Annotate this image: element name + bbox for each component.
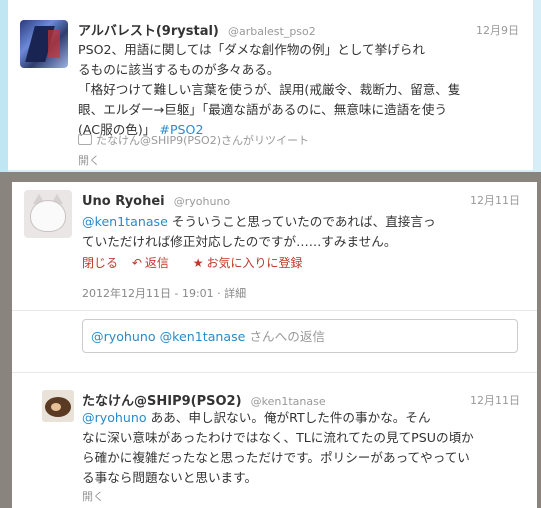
expand-link[interactable]: 開く	[82, 488, 104, 504]
timestamp[interactable]: 2012年12月11日 - 19:01	[82, 287, 214, 300]
mention-link[interactable]: @ken1tanase	[82, 214, 168, 229]
divider	[12, 372, 537, 373]
favorite-button[interactable]: ★ お気に入りに登録	[193, 256, 313, 270]
tweet-text: @ryohuno ああ、申し訳ない。俺がRTした件の事かな。そん なに深い意味が…	[82, 410, 474, 485]
tweet-date[interactable]: 12月11日	[470, 392, 520, 408]
star-icon: ★	[192, 256, 204, 270]
tweet-date[interactable]: 12月9日	[476, 22, 519, 38]
tweet-author-name[interactable]: アルバレスト(9rystal)	[78, 24, 219, 39]
tweet-author-handle[interactable]: @ken1tanase	[251, 395, 326, 408]
tweet-text: PSO2、用語に関しては「ダメな創作物の例」として挙げられ るものに該当するもの…	[78, 42, 461, 137]
tweet-meta: 2012年12月11日 - 19:01 · 詳細	[82, 287, 247, 300]
close-button[interactable]: 閉じる	[82, 256, 118, 270]
reply-input[interactable]: @ryohuno @ken1tanase さんへの返信	[82, 319, 518, 353]
retweet-icon	[78, 134, 92, 145]
avatar[interactable]	[42, 390, 74, 422]
avatar[interactable]	[24, 190, 72, 238]
tweet-arbalest[interactable]: アルバレスト(9rystal) @arbalest_pso2 12月9日 PSO…	[8, 0, 534, 170]
mention-link[interactable]: @ryohuno	[82, 410, 147, 425]
tweet-author-handle[interactable]: @arbalest_pso2	[228, 25, 316, 38]
tweet-text: @ken1tanase そういうこと思っていたのであれば、直接言っ ていただけれ…	[82, 214, 436, 249]
avatar[interactable]	[20, 20, 68, 68]
timeline: アルバレスト(9rystal) @arbalest_pso2 12月9日 PSO…	[0, 0, 541, 508]
reply-icon: ↶	[131, 256, 142, 270]
reply-button[interactable]: ↶ 返信	[132, 256, 179, 270]
tweet-author-handle[interactable]: @ryohuno	[174, 195, 230, 208]
conversation-overlay: Uno Ryohei @ryohuno 12月11日 @ken1tanase そ…	[0, 172, 541, 508]
tweet-actions: 閉じる ↶ 返信 ★ お気に入りに登録	[82, 254, 323, 271]
tweet-author-name[interactable]: たなけん@SHIP9(PSO2)	[82, 394, 242, 409]
timeline-left-edge	[0, 0, 8, 180]
tweet-date[interactable]: 12月11日	[470, 192, 520, 208]
retweet-notice: たなけん@SHIP9(PSO2)さんがリツイート	[78, 132, 309, 148]
conversation-panel: Uno Ryohei @ryohuno 12月11日 @ken1tanase そ…	[12, 182, 537, 508]
detail-link[interactable]: 詳細	[224, 287, 246, 300]
divider	[12, 310, 537, 311]
tweet-author-name[interactable]: Uno Ryohei	[82, 194, 165, 209]
expand-link[interactable]: 開く	[78, 152, 100, 168]
